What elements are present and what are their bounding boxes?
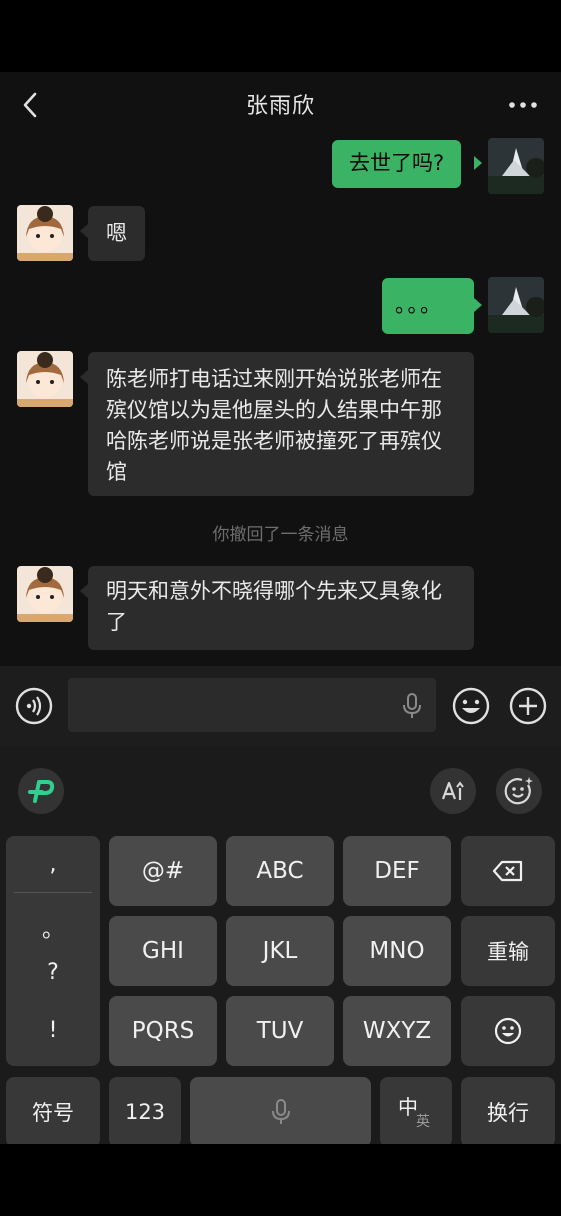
punct-key[interactable]: 。: [6, 912, 100, 944]
emoji-icon: [494, 1017, 522, 1045]
message-bubble-incoming[interactable]: 陈老师打电话过来刚开始说张老师在殡仪馆以为是他屋头的人结果中午那哈陈老师说是张老…: [88, 352, 474, 496]
microphone-icon[interactable]: [402, 692, 422, 720]
add-more-icon[interactable]: [508, 686, 548, 726]
key-ghi[interactable]: GHI: [109, 916, 217, 986]
chat-title: 张雨欣: [245, 94, 315, 119]
voice-input-icon[interactable]: [14, 686, 54, 726]
my-avatar[interactable]: [488, 138, 544, 194]
lang-sub-label: 英: [416, 1114, 430, 1130]
key-mno[interactable]: MNO: [343, 916, 451, 986]
bubble-tail: [80, 370, 88, 384]
language-switch-key[interactable]: 中 英: [380, 1077, 452, 1147]
contact-avatar[interactable]: [17, 205, 73, 261]
font-size-button[interactable]: [430, 768, 476, 814]
chat-area[interactable]: 张雨欣 去世了吗? 嗯 。。。 陈老师打电话过来刚开始说张老师在殡仪馆以为是他屋…: [0, 72, 561, 666]
bubble-tail: [474, 156, 482, 170]
emoji-icon[interactable]: [451, 686, 491, 726]
message-bubble-outgoing[interactable]: 去世了吗?: [332, 140, 462, 188]
message-bubble-incoming[interactable]: 嗯: [88, 206, 145, 261]
symbols-key[interactable]: 符号: [6, 1077, 100, 1147]
microphone-icon: [271, 1099, 290, 1124]
font-size-icon: [441, 781, 464, 800]
enter-key[interactable]: 换行: [461, 1077, 555, 1147]
key-abc[interactable]: ABC: [226, 836, 334, 906]
backspace-key[interactable]: [461, 836, 555, 906]
input-bar: [0, 666, 561, 746]
contact-avatar[interactable]: [17, 351, 73, 407]
bubble-tail: [80, 224, 88, 238]
numbers-key[interactable]: 123: [109, 1077, 181, 1147]
key-pqrs[interactable]: PQRS: [109, 996, 217, 1066]
keyboard-logo-icon: [28, 780, 55, 803]
bubble-tail: [80, 584, 88, 598]
chat-header: 张雨欣: [0, 72, 561, 138]
punct-key[interactable]: ,: [6, 852, 100, 877]
more-icon[interactable]: [507, 92, 539, 118]
key-jkl[interactable]: JKL: [226, 916, 334, 986]
my-avatar[interactable]: [488, 277, 544, 333]
keyboard-logo-button[interactable]: [18, 768, 64, 814]
emoji-key[interactable]: [461, 996, 555, 1066]
message-bubble-outgoing[interactable]: 。。。: [382, 278, 474, 334]
keyboard: , 。 ? ! @# ABC DEF GHI JKL MNO 重输 PQRS T…: [0, 746, 561, 1147]
punct-key[interactable]: ?: [6, 960, 100, 985]
contact-avatar[interactable]: [17, 566, 73, 622]
sticker-icon: [504, 777, 533, 805]
key-symbols-at[interactable]: @#: [109, 836, 217, 906]
message-bubble-incoming[interactable]: 明天和意外不晓得哪个先来又具象化了: [88, 566, 474, 650]
reinput-key[interactable]: 重输: [461, 916, 555, 986]
punct-key[interactable]: !: [6, 1018, 100, 1043]
bubble-tail: [474, 298, 482, 312]
message-input[interactable]: [68, 678, 436, 732]
lang-main-label: 中: [398, 1095, 418, 1119]
system-message-recalled: 你撤回了一条消息: [212, 525, 349, 545]
key-def[interactable]: DEF: [343, 836, 451, 906]
navigation-bar-area: [0, 1144, 561, 1216]
divider: [14, 892, 92, 893]
status-bar-area: [0, 0, 561, 72]
sticker-button[interactable]: [496, 768, 542, 814]
key-wxyz[interactable]: WXYZ: [343, 996, 451, 1066]
key-tuv[interactable]: TUV: [226, 996, 334, 1066]
backspace-icon: [492, 860, 523, 882]
space-key[interactable]: [190, 1077, 371, 1147]
punctuation-column[interactable]: , 。 ? !: [6, 836, 100, 1066]
